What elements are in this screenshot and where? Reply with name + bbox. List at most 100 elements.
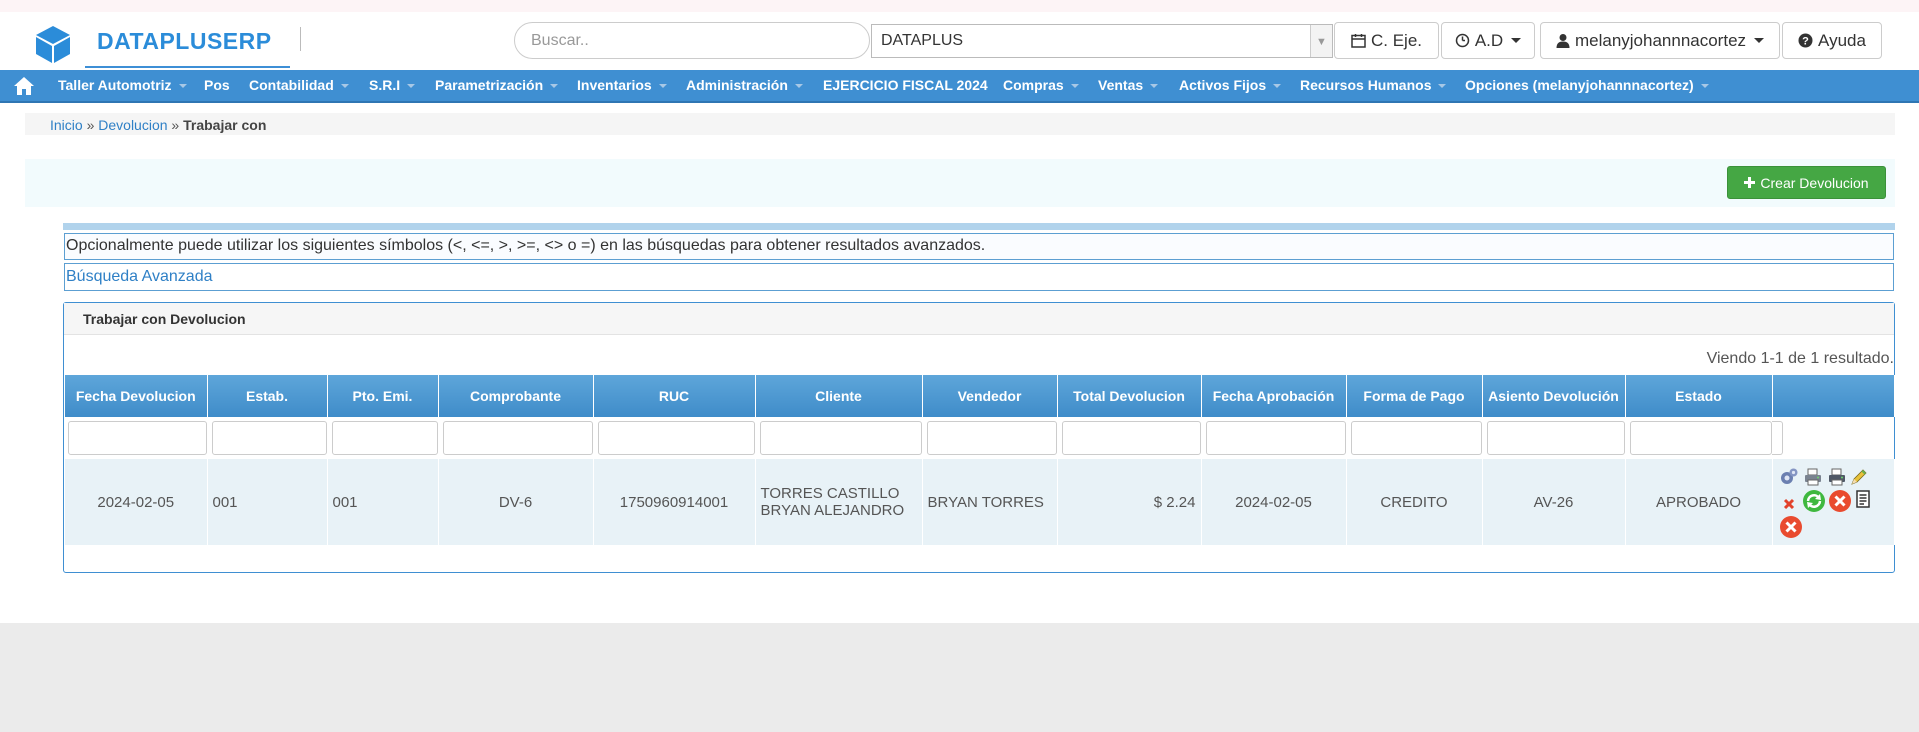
filter-ruc[interactable]: [598, 421, 755, 455]
column-header[interactable]: Comprobante: [438, 375, 594, 417]
table-row: 2024-02-05 001 001 DV-6 1750960914001 TO…: [65, 459, 1895, 545]
devoluciones-table: Fecha Devolucion Estab. Pto. Emi. Compro…: [65, 375, 1895, 545]
cancel-icon[interactable]: [1828, 489, 1852, 513]
nav-item-label: Contabilidad: [249, 77, 334, 93]
filter-cliente[interactable]: [760, 421, 922, 455]
question-circle-icon: ?: [1798, 33, 1813, 48]
caret-down-icon: [1754, 38, 1765, 43]
caret-down-icon: [658, 84, 667, 89]
filter-total-devolucion[interactable]: [1062, 421, 1201, 455]
filter-fecha-aprobacion[interactable]: [1206, 421, 1346, 455]
nav-item-activos-fijos[interactable]: Activos Fijos: [1179, 77, 1282, 93]
row-actions: [1772, 459, 1895, 545]
nav-item-recursos-humanos[interactable]: Recursos Humanos: [1300, 77, 1447, 93]
cell-forma-pago: CREDITO: [1346, 459, 1483, 545]
column-header[interactable]: Cliente: [755, 375, 923, 417]
cell-estado: APROBADO: [1625, 459, 1773, 545]
refresh-icon[interactable]: [1802, 489, 1826, 513]
company-select[interactable]: DATAPLUS ▼: [871, 24, 1333, 58]
search-input[interactable]: [514, 22, 870, 59]
main-navbar: Taller Automotriz Pos Contabilidad S.R.I…: [0, 70, 1919, 103]
column-header[interactable]: Total Devolucion: [1057, 375, 1202, 417]
advanced-search-link[interactable]: Búsqueda Avanzada: [64, 263, 1894, 291]
nav-item-label: Opciones (melanyjohannnacortez): [1465, 77, 1694, 93]
nav-item-ventas[interactable]: Ventas: [1098, 77, 1159, 93]
filter-fecha-devolucion[interactable]: [68, 421, 207, 455]
breadcrumb-section-link[interactable]: Devolucion: [98, 117, 167, 133]
panel-title: Trabajar con Devolucion: [83, 311, 246, 327]
nav-item-taller-automotriz[interactable]: Taller Automotriz: [58, 77, 187, 93]
admin-menu-label: A.D: [1474, 30, 1504, 50]
column-header[interactable]: Forma de Pago: [1346, 375, 1483, 417]
nav-item-opciones[interactable]: Opciones (melanyjohannnacortez): [1465, 77, 1709, 93]
filter-row: [65, 417, 1894, 459]
nav-item-compras[interactable]: Compras: [1003, 77, 1079, 93]
filter-comprobante[interactable]: [443, 421, 593, 455]
caret-down-icon: [1511, 38, 1522, 43]
table-header-row: Fecha Devolucion Estab. Pto. Emi. Compro…: [65, 375, 1895, 417]
filter-forma-pago[interactable]: [1351, 421, 1482, 455]
column-header: [1772, 375, 1895, 417]
asiento-link[interactable]: AV-26: [1482, 459, 1626, 545]
nav-item-inventarios[interactable]: Inventarios: [577, 77, 667, 93]
nav-item-label: Inventarios: [577, 77, 652, 93]
breadcrumb-separator: »: [86, 117, 95, 133]
settings-icon[interactable]: [1779, 467, 1799, 487]
brand-name[interactable]: DATAPLUSERP: [97, 28, 272, 55]
filter-estab[interactable]: [212, 421, 327, 455]
column-header[interactable]: Fecha Devolucion: [65, 375, 208, 417]
admin-menu-button[interactable]: A.D: [1441, 22, 1535, 59]
calendar-icon: [1351, 34, 1366, 48]
column-header[interactable]: Fecha Aprobación: [1201, 375, 1347, 417]
column-header[interactable]: Asiento Devolución: [1482, 375, 1626, 417]
top-strip: [0, 0, 1919, 12]
nav-item-label: S.R.I: [369, 77, 401, 93]
column-header[interactable]: Estado: [1625, 375, 1773, 417]
nav-item-contabilidad[interactable]: Contabilidad: [249, 77, 349, 93]
cell-ruc: 1750960914001: [593, 459, 756, 545]
nav-item-sri[interactable]: S.R.I: [369, 77, 416, 93]
nav-item-label: Taller Automotriz: [58, 77, 172, 93]
column-header[interactable]: Vendedor: [922, 375, 1058, 417]
filter-pto-emi[interactable]: [332, 421, 438, 455]
user-menu-button[interactable]: melanyjohannnacortez: [1540, 22, 1780, 59]
nav-item-parametrizacion[interactable]: Parametrización: [435, 77, 559, 93]
create-devolucion-button[interactable]: Crear Devolucion: [1727, 166, 1886, 199]
nav-item-label: Parametrización: [435, 77, 544, 93]
nav-item-label: Compras: [1003, 77, 1064, 93]
cell-comprobante: DV-6: [438, 459, 594, 545]
help-label: Ayuda: [1818, 30, 1866, 50]
filter-vendedor[interactable]: [927, 421, 1057, 455]
cell-pto-emi: 001: [327, 459, 439, 545]
main-content: Inicio » Devolucion » Trabajar con Crear…: [0, 103, 1919, 623]
header: DATAPLUSERP DATAPLUS ▼ C. Eje. A.D melan…: [0, 12, 1919, 70]
breadcrumb-separator: »: [171, 117, 180, 133]
column-header[interactable]: RUC: [593, 375, 756, 417]
filter-estado[interactable]: [1630, 421, 1772, 455]
cube-icon[interactable]: [33, 24, 73, 64]
filter-asiento[interactable]: [1487, 421, 1625, 455]
home-icon[interactable]: [13, 75, 35, 97]
fiscal-year-button[interactable]: C. Eje.: [1334, 22, 1439, 59]
caret-down-icon: [178, 84, 187, 89]
document-icon[interactable]: [1853, 489, 1873, 509]
user-icon: [1556, 34, 1570, 48]
print-alt-icon[interactable]: [1827, 467, 1847, 487]
nav-item-label: Administración: [686, 77, 788, 93]
breadcrumb-home-link[interactable]: Inicio: [50, 117, 83, 133]
action-bar: [25, 159, 1895, 207]
chevron-down-icon[interactable]: ▼: [1310, 25, 1332, 57]
cancel-alt-icon[interactable]: [1779, 515, 1803, 539]
column-header[interactable]: Estab.: [207, 375, 328, 417]
print-icon[interactable]: [1803, 467, 1823, 487]
results-summary: Viendo 1-1 de 1 resultado.: [1706, 350, 1894, 367]
column-header[interactable]: Pto. Emi.: [327, 375, 439, 417]
nav-item-administracion[interactable]: Administración: [686, 77, 803, 93]
cell-cliente: TORRES CASTILLO BRYAN ALEJANDRO: [755, 459, 923, 545]
nav-item-ejercicio-fiscal[interactable]: EJERCICIO FISCAL 2024: [823, 77, 988, 93]
edit-icon[interactable]: [1849, 467, 1869, 487]
nav-item-pos[interactable]: Pos: [204, 77, 230, 93]
help-button[interactable]: ? Ayuda: [1782, 22, 1882, 59]
delete-small-icon[interactable]: [1779, 491, 1799, 511]
breadcrumb: Inicio » Devolucion » Trabajar con: [50, 117, 266, 133]
